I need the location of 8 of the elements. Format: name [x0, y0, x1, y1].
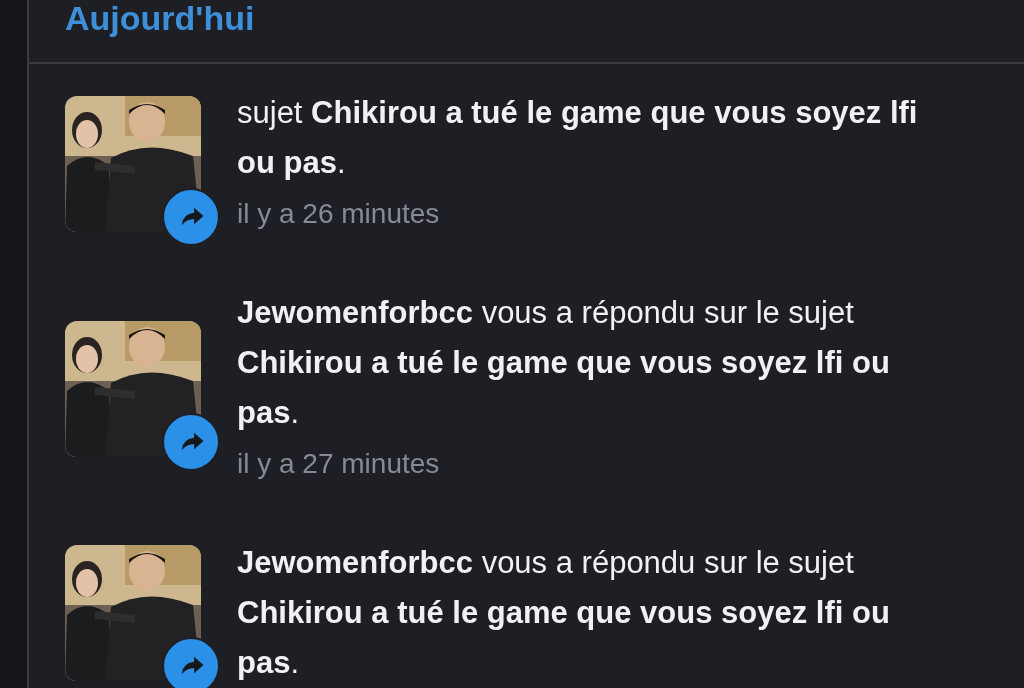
reply-icon — [162, 413, 220, 471]
notification-time: il y a 27 minutes — [237, 447, 441, 481]
reply-icon — [162, 188, 220, 246]
notification-text: Jewomenforbcc vous a répondu sur le sujet Chikirou a tué le game que vous soyez lfi ou pas. — [237, 544, 891, 682]
notification-time: il y a 26 minutes — [237, 197, 441, 231]
notification-text: Jewomenforbcc vous a répondu sur le sujet Chikirou a tué le game que vous soyez lfi ou pas. — [237, 294, 891, 432]
section-title: Aujourd'hui — [65, 0, 255, 39]
notification-text: sujet Chikirou a tué le game que vous soyez lfi ou pas. — [237, 94, 919, 182]
